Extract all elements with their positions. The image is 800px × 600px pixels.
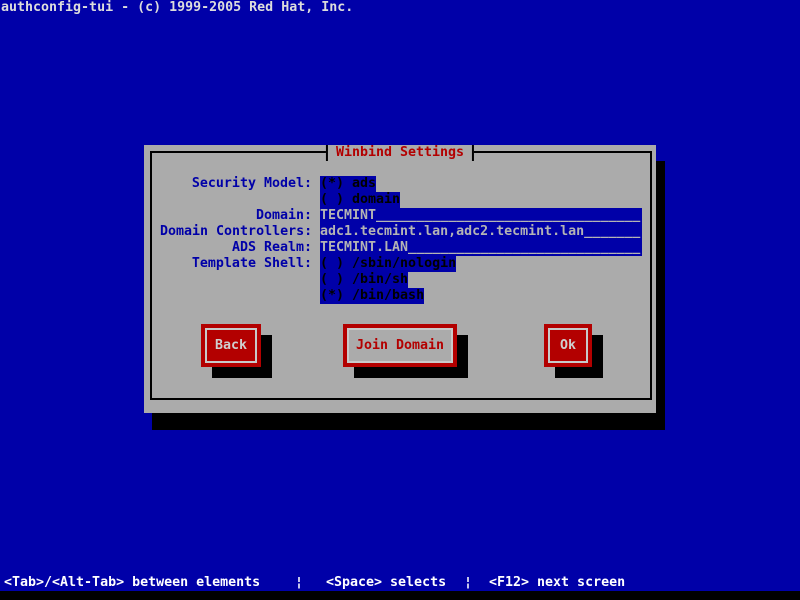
terminal-screen: authconfig-tui - (c) 1999-2005 Red Hat, … — [0, 0, 800, 600]
security-model-label: Security Model: — [191, 176, 312, 191]
app-title: authconfig-tui - (c) 1999-2005 Red Hat, … — [1, 0, 354, 15]
join-domain-button-frame: Join Domain — [347, 328, 453, 363]
join-domain-button[interactable]: Join Domain — [343, 324, 457, 367]
domain-controllers-input[interactable]: adc1.tecmint.lan,adc2.tecmint.lan_______ — [320, 224, 642, 240]
domain-input[interactable]: TECMINT_________________________________ — [320, 208, 642, 224]
radio-security-ads[interactable]: (*) ads — [320, 176, 377, 192]
bottom-strip — [0, 591, 800, 600]
ok-button[interactable]: Ok — [544, 324, 592, 367]
help-separator: ¦ — [295, 575, 304, 590]
dialog-title: Winbind Settings — [325, 145, 475, 161]
help-space-hint: <Space> selects — [326, 575, 447, 590]
back-button-frame: Back — [205, 328, 257, 363]
help-separator: ¦ — [464, 575, 473, 590]
ads-realm-input[interactable]: TECMINT.LAN_____________________________ — [320, 240, 642, 256]
ok-button-frame: Ok — [548, 328, 588, 363]
help-tab-hint: <Tab>/<Alt-Tab> between elements — [4, 575, 261, 590]
back-button-label: Back — [214, 337, 248, 353]
domain-label: Domain: — [255, 208, 312, 223]
ok-button-label: Ok — [559, 337, 576, 353]
ads-realm-label: ADS Realm: — [231, 240, 312, 255]
domain-controllers-label: Domain Controllers: — [160, 224, 313, 239]
radio-shell-sh[interactable]: ( ) /bin/sh — [320, 272, 409, 288]
radio-shell-bash[interactable]: (*) /bin/bash — [320, 288, 425, 304]
back-button[interactable]: Back — [201, 324, 261, 367]
radio-security-domain[interactable]: ( ) domain — [320, 192, 401, 208]
help-f12-hint: <F12> next screen — [489, 575, 626, 590]
template-shell-label: Template Shell: — [191, 256, 312, 271]
winbind-settings-dialog: Winbind Settings Security Model: (*) ads… — [144, 145, 656, 413]
join-domain-button-label: Join Domain — [355, 337, 445, 353]
radio-shell-nologin[interactable]: ( ) /sbin/nologin — [320, 256, 457, 272]
